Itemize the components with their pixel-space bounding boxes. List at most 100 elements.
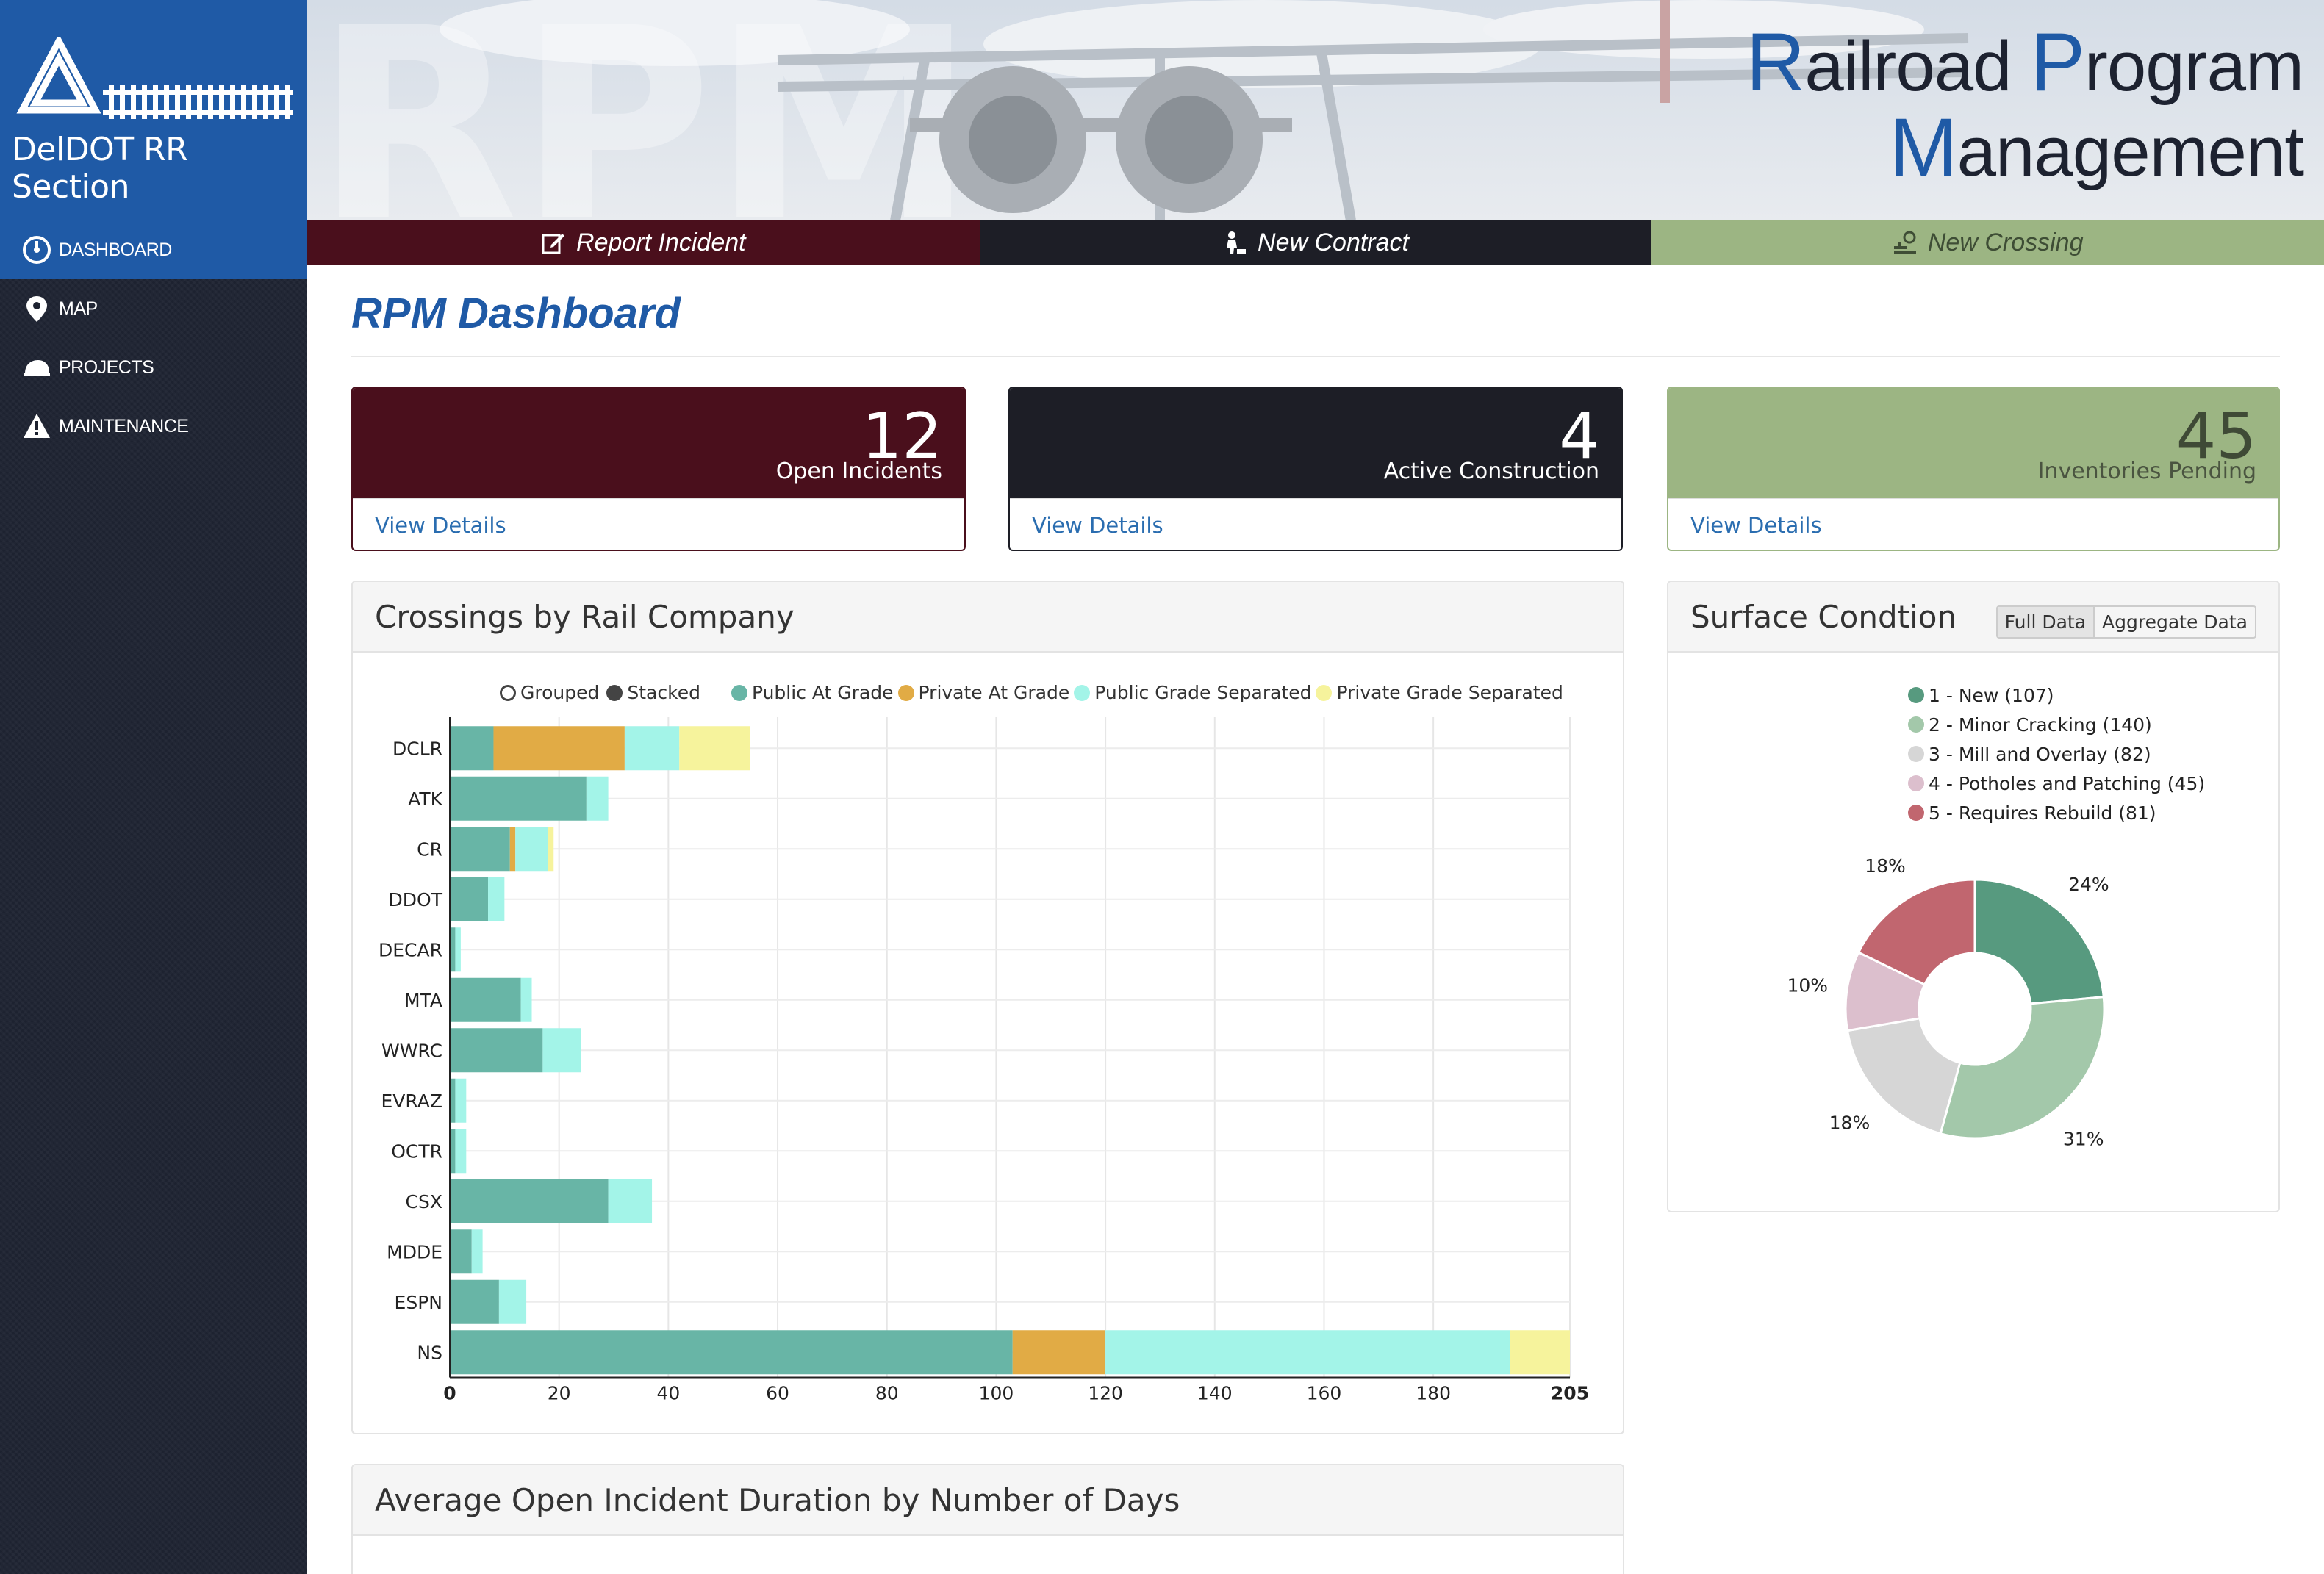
title-text: anagement: [1957, 112, 2304, 191]
bar-segment[interactable]: [509, 827, 516, 872]
incident-duration-panel: Average Open Incident Duration by Number…: [351, 1464, 1624, 1574]
rail-tie: [241, 85, 246, 119]
rail-tie: [219, 85, 224, 119]
surface-donut-chart: 24% 31% 18% 10% 18%: [1787, 855, 2109, 1149]
category-label: ESPN: [395, 1292, 442, 1313]
category-label: NS: [417, 1342, 442, 1363]
crossings-bar-chart: DCLR ATK CR DDOT DECAR MTA WWRC EVRAZ OCTR CSX MDD…: [379, 717, 1589, 1404]
rail-tie: [186, 85, 191, 119]
open-incidents-card: 12 Open Incidents View Details: [351, 387, 966, 551]
bar-segment[interactable]: [498, 1279, 527, 1324]
bar-segment[interactable]: [548, 827, 554, 872]
report-incident-button[interactable]: Report Incident: [307, 220, 980, 265]
rail-tie: [285, 85, 290, 119]
title-text: ailroad: [1804, 27, 2031, 106]
bar-segment[interactable]: [450, 927, 456, 972]
new-crossing-button[interactable]: New Crossing: [1651, 220, 2324, 265]
bar-segment[interactable]: [542, 1028, 581, 1073]
bar-segment[interactable]: [1510, 1330, 1570, 1375]
deldot-logo-icon: [16, 37, 293, 119]
category-label: EVRAZ: [381, 1090, 442, 1112]
bar-segment[interactable]: [624, 726, 680, 771]
active-construction-card: 4 Active Construction View Details: [1008, 387, 1623, 551]
bar-segment[interactable]: [450, 877, 489, 921]
logo[interactable]: DelDOT RR Section: [0, 0, 307, 220]
tick-label: 40: [656, 1383, 680, 1404]
crossing-icon: [1893, 231, 1916, 254]
bar-segment[interactable]: [450, 827, 510, 872]
worker-icon: [1227, 231, 1247, 254]
data-toggle: Full Data Aggregate Data: [1995, 605, 2256, 639]
bar-segment[interactable]: [450, 1179, 609, 1223]
bar-segment[interactable]: [455, 1078, 467, 1123]
inventories-pending-card: 45 Inventories Pending View Details: [1667, 387, 2280, 551]
aggregate-data-button[interactable]: Aggregate Data: [2095, 607, 2255, 637]
bar-segment[interactable]: [450, 1279, 499, 1324]
panel-title: Average Open Incident Duration by Number…: [353, 1465, 1623, 1536]
tick-label: 180: [1416, 1383, 1451, 1404]
sidebar-item-label: MAINTENANCE: [59, 415, 189, 436]
sidebar-item-map[interactable]: MAP: [0, 279, 307, 338]
stat-label: Active Construction: [1383, 459, 1599, 484]
bar-segment[interactable]: [1105, 1330, 1510, 1375]
bar-segment[interactable]: [450, 1229, 472, 1274]
tick-label: 100: [979, 1383, 1014, 1404]
category-label: DDOT: [389, 889, 443, 910]
tick-label: 0: [443, 1383, 456, 1404]
sidebar-item-maintenance[interactable]: MAINTENANCE: [0, 397, 307, 456]
rail-tie: [274, 85, 279, 119]
bar-segment[interactable]: [586, 776, 609, 821]
bar-segment[interactable]: [515, 827, 548, 872]
bar-segment[interactable]: [450, 977, 521, 1022]
bar-segment[interactable]: [679, 726, 750, 771]
warning-icon: [21, 410, 53, 442]
bar-segment[interactable]: [493, 726, 625, 771]
panel-title: Crossings by Rail Company: [353, 582, 1623, 653]
rail-tie: [131, 85, 136, 119]
tick-label: 205: [1551, 1383, 1589, 1404]
category-label: MTA: [404, 990, 442, 1011]
rail-tie: [142, 85, 147, 119]
title-divider: [351, 356, 2280, 357]
sidebar-item-label: DASHBOARD: [59, 239, 172, 260]
bar-segment[interactable]: [450, 1078, 456, 1123]
page-title: RPM Dashboard: [351, 290, 681, 337]
bar-segment[interactable]: [608, 1179, 653, 1223]
pie-slice[interactable]: [1973, 878, 2105, 1005]
stat-label: Inventories Pending: [2037, 459, 2256, 484]
full-data-button[interactable]: Full Data: [1997, 607, 2095, 637]
rail-tie: [230, 85, 235, 119]
category-label: CR: [417, 838, 442, 860]
category-label: DECAR: [379, 939, 442, 960]
percent-label: 18%: [1829, 1112, 1871, 1133]
bar-segment[interactable]: [455, 927, 461, 972]
banner-watermark: RPM: [315, 0, 975, 220]
pie-slice[interactable]: [1939, 995, 2106, 1140]
category-label: DCLR: [392, 738, 442, 759]
bar-segment[interactable]: [488, 877, 505, 921]
rail-tie: [175, 85, 180, 119]
rail-tie: [120, 85, 125, 119]
view-details-link[interactable]: View Details: [353, 498, 964, 550]
category-label: OCTR: [391, 1140, 442, 1162]
sidebar-item-dashboard[interactable]: DASHBOARD: [0, 220, 307, 279]
dashboard-icon: [21, 234, 53, 266]
bar-segment[interactable]: [450, 1129, 456, 1174]
bar-segment[interactable]: [520, 977, 532, 1022]
new-contract-button[interactable]: New Contract: [979, 220, 1652, 265]
bar-segment[interactable]: [450, 776, 587, 821]
bar-segment[interactable]: [1012, 1330, 1106, 1375]
edit-icon: [542, 234, 565, 254]
view-details-link[interactable]: View Details: [1668, 498, 2278, 550]
sidebar-item-projects[interactable]: PROJECTS: [0, 338, 307, 397]
map-pin-icon: [21, 292, 53, 325]
view-details-link[interactable]: View Details: [1010, 498, 1621, 550]
bar-segment[interactable]: [450, 1028, 543, 1073]
bar-segment[interactable]: [450, 1330, 1013, 1375]
bar-segment[interactable]: [450, 726, 494, 771]
sidebar-item-label: PROJECTS: [59, 356, 154, 378]
stat-label: Open Incidents: [775, 459, 942, 484]
bar-segment[interactable]: [455, 1129, 467, 1174]
bar-segment[interactable]: [471, 1229, 483, 1274]
title-cap: M: [1889, 101, 1957, 193]
